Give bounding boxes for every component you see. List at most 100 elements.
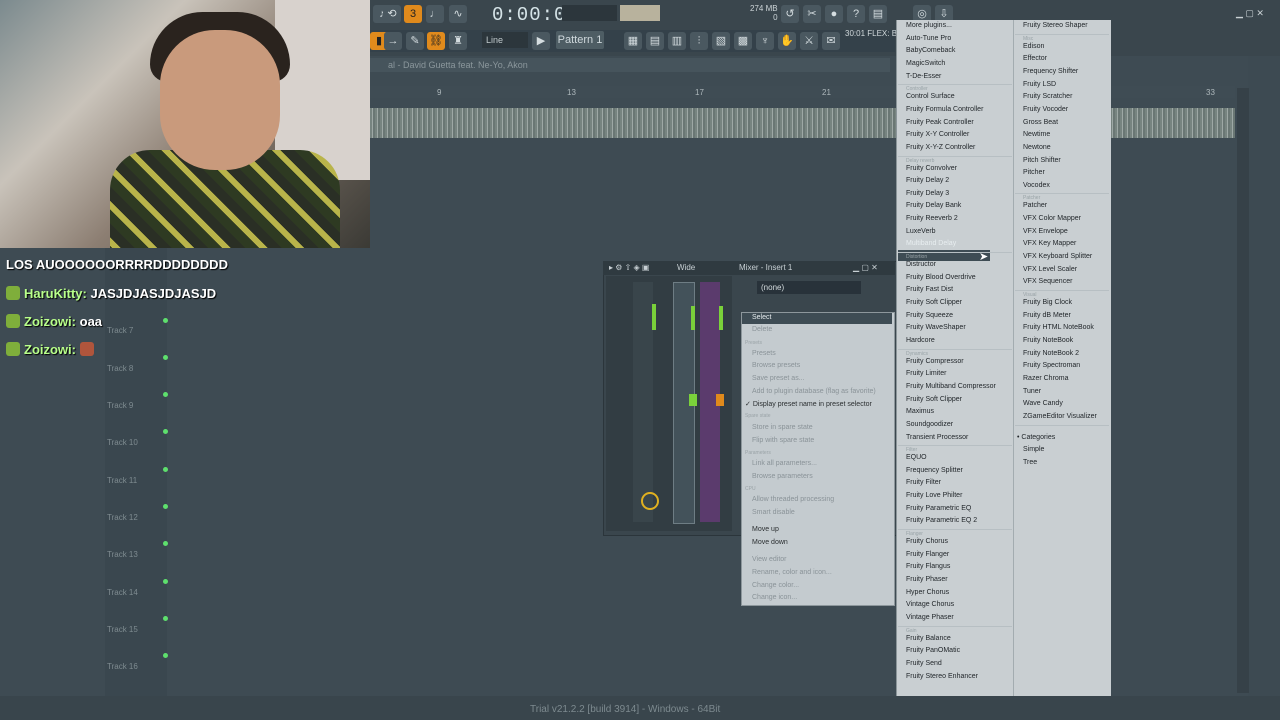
menu-item-select[interactable]: Select <box>752 314 771 321</box>
plugin-menu-item[interactable]: Fruity Fast Dist <box>906 286 953 293</box>
plugin-menu-item[interactable]: Fruity HTML NoteBook <box>1023 324 1094 331</box>
track-mute-led[interactable] <box>163 392 168 397</box>
plugin-menu-item[interactable]: Fruity Delay 2 <box>906 177 949 184</box>
mixer-window-controls[interactable]: ▁ ▢ ✕ <box>853 261 878 275</box>
plugin-menu-item[interactable]: Auto-Tune Pro <box>906 35 951 42</box>
tempo-icon[interactable]: 3 <box>404 5 422 23</box>
track-mute-led[interactable] <box>163 467 168 472</box>
menu-item[interactable]: Add to plugin database (flag as favorite… <box>752 388 876 395</box>
plugin-menu-item[interactable]: Fruity Formula Controller <box>906 106 983 113</box>
plugin-menu-item[interactable]: Tuner <box>1023 388 1041 395</box>
browser-icon[interactable]: ▧ <box>712 32 730 50</box>
plugin-menu-item[interactable]: Fruity X-Y-Z Controller <box>906 144 975 151</box>
loop-icon[interactable]: ⟲ <box>383 5 401 23</box>
plugin-menu-item[interactable]: Simple <box>1023 446 1044 453</box>
track-label[interactable]: Track 10 <box>107 438 138 447</box>
track-label[interactable]: Track 15 <box>107 625 138 634</box>
plugin-menu-item[interactable]: Vintage Chorus <box>906 601 954 608</box>
plugin-menu-item[interactable]: Hardcore <box>906 337 935 344</box>
mail-icon[interactable]: ✉ <box>822 32 840 50</box>
plugin-menu-item[interactable]: Pitch Shifter <box>1023 157 1061 164</box>
cut-icon[interactable]: ✂ <box>803 5 821 23</box>
plugin-menu-item[interactable]: Edison <box>1023 43 1044 50</box>
script-icon[interactable]: ⚔ <box>800 32 818 50</box>
track-label[interactable]: Track 7 <box>107 326 133 335</box>
plugin-menu-item[interactable]: Fruity X-Y Controller <box>906 131 969 138</box>
mixer-mode[interactable]: Wide <box>677 261 695 275</box>
send-knob[interactable] <box>641 492 659 510</box>
plugin-menu-item[interactable]: Fruity Chorus <box>906 538 948 545</box>
help-icon[interactable]: ? <box>847 5 865 23</box>
menu-item[interactable]: Allow threaded processing <box>752 496 834 503</box>
plugin-menu-item[interactable]: Fruity Soft Clipper <box>906 299 962 306</box>
channel-rack-icon[interactable]: ▤ <box>646 32 664 50</box>
plugin-menu-item[interactable]: Fruity Multiband Compressor <box>906 383 996 390</box>
menu-item[interactable]: Browse parameters <box>752 473 813 480</box>
plugin-menu-item[interactable]: Fruity Reeverb 2 <box>906 215 958 222</box>
mixer-title-bar[interactable]: ▸ ⚙ ⇧ ◈ ▣ Wide Mixer - Insert 1 ▁ ▢ ✕ <box>603 261 895 275</box>
plugin-menu-item[interactable]: Frequency Splitter <box>906 467 963 474</box>
arrow-right-icon[interactable]: → <box>384 32 402 50</box>
plugin-menu-item[interactable]: Fruity LSD <box>1023 81 1056 88</box>
plugin-menu-item[interactable]: Soundgoodizer <box>906 421 953 428</box>
insert1-fader[interactable] <box>689 394 697 406</box>
plugin-menu-item[interactable]: VFX Color Mapper <box>1023 215 1081 222</box>
wait-icon[interactable]: ∿ <box>449 5 467 23</box>
playlist-icon[interactable]: ▦ <box>624 32 642 50</box>
plugin-menu-item[interactable]: Fruity WaveShaper <box>906 324 966 331</box>
menu-item[interactable]: Smart disable <box>752 509 795 516</box>
menu-item-move-down[interactable]: Move down <box>752 539 788 546</box>
plugin-menu-item[interactable]: • Categories <box>1017 434 1055 441</box>
save-icon[interactable]: ▤ <box>869 5 887 23</box>
plugin-menu-item[interactable]: Multiband Delay <box>906 240 956 247</box>
plugin-menu-item[interactable]: T-De-Esser <box>906 73 941 80</box>
track-label[interactable]: Track 8 <box>107 364 133 373</box>
plugin-menu-item[interactable]: Vintage Phaser <box>906 614 954 621</box>
track-label[interactable]: Track 9 <box>107 401 133 410</box>
plugin-menu-item[interactable]: Fruity Parametric EQ <box>906 505 971 512</box>
plugin-menu-item[interactable]: Fruity Delay Bank <box>906 202 961 209</box>
plugin-menu-item[interactable]: Fruity Flangus <box>906 563 950 570</box>
plugin-menu-item[interactable]: Fruity dB Meter <box>1023 312 1071 319</box>
play-pattern-icon[interactable]: ▶ <box>532 32 550 50</box>
metronome-icon[interactable]: ♩ <box>426 5 444 23</box>
plugin-menu-item[interactable]: EQUO <box>906 454 927 461</box>
track-label[interactable]: Track 14 <box>107 588 138 597</box>
menu-item[interactable]: Flip with spare state <box>752 437 814 444</box>
plugin-menu-item[interactable]: Transient Processor <box>906 434 968 441</box>
plugin-menu-item[interactable]: ZGameEditor Visualizer <box>1023 413 1097 420</box>
pattern-selector[interactable]: Pattern 1 <box>556 31 604 49</box>
plugin-menu-item[interactable]: Fruity Big Clock <box>1023 299 1072 306</box>
plugin-menu-item[interactable]: Fruity Balance <box>906 635 951 642</box>
track-mute-led[interactable] <box>163 504 168 509</box>
plugin-menu-item[interactable]: Newtime <box>1023 131 1050 138</box>
plugin-menu-item[interactable]: Fruity Flanger <box>906 551 949 558</box>
menu-item[interactable]: Save preset as... <box>752 375 805 382</box>
plugin-menu-item[interactable]: VFX Envelope <box>1023 228 1068 235</box>
preset-selector[interactable]: (none) <box>757 281 861 294</box>
plugin-menu-item[interactable]: Vocodex <box>1023 182 1050 189</box>
plugin-menu-item[interactable]: Fruity NoteBook 2 <box>1023 350 1079 357</box>
plugin-menu-item[interactable]: Wave Candy <box>1023 400 1063 407</box>
plugin-menu-item[interactable]: Fruity Soft Clipper <box>906 396 962 403</box>
undo-icon[interactable]: ↺ <box>781 5 799 23</box>
plugin-menu-item[interactable]: Fruity Parametric EQ 2 <box>906 517 977 524</box>
mic-icon[interactable]: ● <box>825 5 843 23</box>
snap-selector[interactable]: Line <box>482 32 528 48</box>
plugin-menu-item[interactable]: Fruity Spectroman <box>1023 362 1080 369</box>
track-mute-led[interactable] <box>163 541 168 546</box>
plugin-menu-item[interactable]: Fruity Filter <box>906 479 941 486</box>
plugin-menu-item[interactable]: Frequency Shifter <box>1023 68 1078 75</box>
menu-item[interactable]: Rename, color and icon... <box>752 569 832 576</box>
piano-roll-icon[interactable]: ▥ <box>668 32 686 50</box>
track-mute-led[interactable] <box>163 616 168 621</box>
link-icon[interactable]: ⛓ <box>427 32 445 50</box>
plugin-menu-item[interactable]: VFX Key Mapper <box>1023 240 1076 247</box>
track-mute-led[interactable] <box>163 429 168 434</box>
mixer-strip-master[interactable] <box>633 282 653 522</box>
menu-item[interactable]: Presets <box>752 350 776 357</box>
menu-item[interactable]: Change icon... <box>752 594 797 601</box>
plugin-menu-item[interactable]: Fruity Phaser <box>906 576 948 583</box>
plugin-menu-item[interactable]: Fruity Peak Controller <box>906 119 974 126</box>
stamp-icon[interactable]: ♜ <box>449 32 467 50</box>
